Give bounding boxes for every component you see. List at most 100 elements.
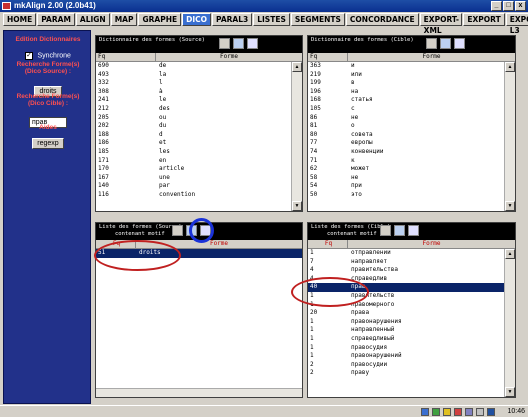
tab-concordance[interactable]: CONCORDANCE xyxy=(345,13,419,26)
table-row[interactable]: 241 le xyxy=(96,96,302,105)
table-row[interactable]: 170 article xyxy=(96,165,302,174)
table-row[interactable]: 167 une xyxy=(96,174,302,183)
table-row[interactable]: 1 правосудия xyxy=(308,344,515,353)
grid-icon[interactable] xyxy=(394,225,405,236)
table-row[interactable]: 690 de xyxy=(96,62,302,71)
tab-paral3[interactable]: PARAL3 xyxy=(212,13,253,26)
table-row[interactable]: 105 с xyxy=(308,105,515,114)
table-row[interactable]: 219 или xyxy=(308,71,515,80)
save-icon[interactable] xyxy=(219,38,230,49)
table-row[interactable]: 188 d xyxy=(96,131,302,140)
tab-export[interactable]: EXPORT xyxy=(463,13,505,26)
tray-icon[interactable] xyxy=(454,408,462,416)
table-row[interactable]: 1 отправлении xyxy=(308,249,515,258)
save-icon[interactable] xyxy=(380,225,391,236)
table-row[interactable]: 205 ou xyxy=(96,114,302,123)
table-row[interactable]: 171 en xyxy=(96,157,302,166)
synchrone-checkbox[interactable]: ✓ xyxy=(25,51,34,60)
table-row[interactable]: 4 справедлив xyxy=(308,275,515,284)
tab-param[interactable]: PARAM xyxy=(37,13,75,26)
table-row[interactable]: 1 правомерного xyxy=(308,301,515,310)
sort-icon[interactable] xyxy=(454,38,465,49)
table-row[interactable]: 80 совета xyxy=(308,131,515,140)
tray-icon[interactable] xyxy=(443,408,451,416)
table-row[interactable]: 199 в xyxy=(308,79,515,88)
tray-icon[interactable] xyxy=(432,408,440,416)
minimize-button[interactable]: _ xyxy=(491,1,502,11)
tab-export-xml[interactable]: EXPORT-XML xyxy=(419,13,463,35)
grid-icon[interactable] xyxy=(440,38,451,49)
save-icon[interactable] xyxy=(172,225,183,236)
table-row[interactable]: 202 du xyxy=(96,122,302,131)
table-row[interactable]: 51 droits xyxy=(96,249,302,258)
vertical-scrollbar[interactable]: ▲ ▼ xyxy=(504,249,515,397)
horizontal-scrollbar[interactable] xyxy=(96,388,302,397)
table-row[interactable]: 1 справедливый xyxy=(308,335,515,344)
tab-export-l3[interactable]: EXPORT-L3 xyxy=(505,13,528,35)
table-row[interactable]: 86 не xyxy=(308,114,515,123)
scroll-up-button[interactable]: ▲ xyxy=(505,249,515,259)
grid-icon[interactable] xyxy=(186,225,197,236)
scroll-up-button[interactable]: ▲ xyxy=(505,62,515,72)
fq-column-header[interactable]: Fq xyxy=(308,53,348,61)
tab-graphe[interactable]: GRAPHE xyxy=(138,13,182,26)
table-row[interactable]: 40 прав xyxy=(308,283,515,292)
table-row[interactable]: 58 не xyxy=(308,174,515,183)
table-row[interactable]: 493 la xyxy=(96,71,302,80)
table-row[interactable]: 363 и xyxy=(308,62,515,71)
tab-home[interactable]: HOME xyxy=(3,13,37,26)
fq-column-header[interactable]: Fq xyxy=(96,53,156,61)
scroll-down-button[interactable]: ▼ xyxy=(505,201,515,211)
tab-segments[interactable]: SEGMENTS xyxy=(290,13,345,26)
sort-icon[interactable] xyxy=(408,225,419,236)
table-row[interactable]: 196 на xyxy=(308,88,515,97)
table-row[interactable]: 4 правительства xyxy=(308,266,515,275)
forme-column-header[interactable]: Forme xyxy=(136,240,302,248)
table-row[interactable]: 74 конвенции xyxy=(308,148,515,157)
table-row[interactable]: 54 при xyxy=(308,182,515,191)
table-row[interactable]: 71 к xyxy=(308,157,515,166)
sort-icon[interactable] xyxy=(200,225,211,236)
table-row[interactable]: 1 правительств xyxy=(308,292,515,301)
table-row[interactable]: 332 l xyxy=(96,79,302,88)
table-row[interactable]: 81 о xyxy=(308,122,515,131)
table-row[interactable]: 1 правонарушения xyxy=(308,318,515,327)
fq-column-header[interactable]: Fq xyxy=(308,240,348,248)
scroll-up-button[interactable]: ▲ xyxy=(292,62,302,72)
table-row[interactable]: 20 права xyxy=(308,309,515,318)
tray-icon[interactable] xyxy=(421,408,429,416)
table-row[interactable]: 1 направленный xyxy=(308,326,515,335)
table-row[interactable]: 50 это xyxy=(308,191,515,200)
regexp-button[interactable]: regexp xyxy=(32,138,64,149)
table-row[interactable]: 186 et xyxy=(96,139,302,148)
vertical-scrollbar[interactable]: ▲ ▼ xyxy=(504,62,515,211)
table-row[interactable]: 185 les xyxy=(96,148,302,157)
table-row[interactable]: 2 праву xyxy=(308,369,515,378)
maximize-button[interactable]: □ xyxy=(503,1,514,11)
table-row[interactable]: 62 может xyxy=(308,165,515,174)
scroll-down-button[interactable]: ▼ xyxy=(292,201,302,211)
tray-icon[interactable] xyxy=(487,408,495,416)
forme-column-header[interactable]: Forme xyxy=(348,240,515,248)
table-row[interactable]: 2 правосудии xyxy=(308,361,515,370)
forme-column-header[interactable]: Forme xyxy=(156,53,302,61)
forme-column-header[interactable]: Forme xyxy=(348,53,515,61)
scroll-down-button[interactable]: ▼ xyxy=(505,387,515,397)
table-row[interactable]: 168 статья xyxy=(308,96,515,105)
table-row[interactable]: 7 направляет xyxy=(308,258,515,267)
save-icon[interactable] xyxy=(426,38,437,49)
tab-align[interactable]: ALIGN xyxy=(75,13,110,26)
tray-icon[interactable] xyxy=(465,408,473,416)
table-row[interactable]: 308 à xyxy=(96,88,302,97)
table-row[interactable]: 212 des xyxy=(96,105,302,114)
tab-map[interactable]: MAP xyxy=(110,13,138,26)
vertical-scrollbar[interactable]: ▲ ▼ xyxy=(291,62,302,211)
table-row[interactable]: 77 европы xyxy=(308,139,515,148)
tab-dico[interactable]: DICO xyxy=(182,13,212,26)
fq-column-header[interactable]: Fq xyxy=(96,240,136,248)
table-row[interactable]: 116 convention xyxy=(96,191,302,200)
tray-icon[interactable] xyxy=(476,408,484,416)
tab-listes[interactable]: LISTES xyxy=(253,13,290,26)
close-button[interactable]: x xyxy=(515,1,526,11)
table-row[interactable]: 1 правонарушений xyxy=(308,352,515,361)
